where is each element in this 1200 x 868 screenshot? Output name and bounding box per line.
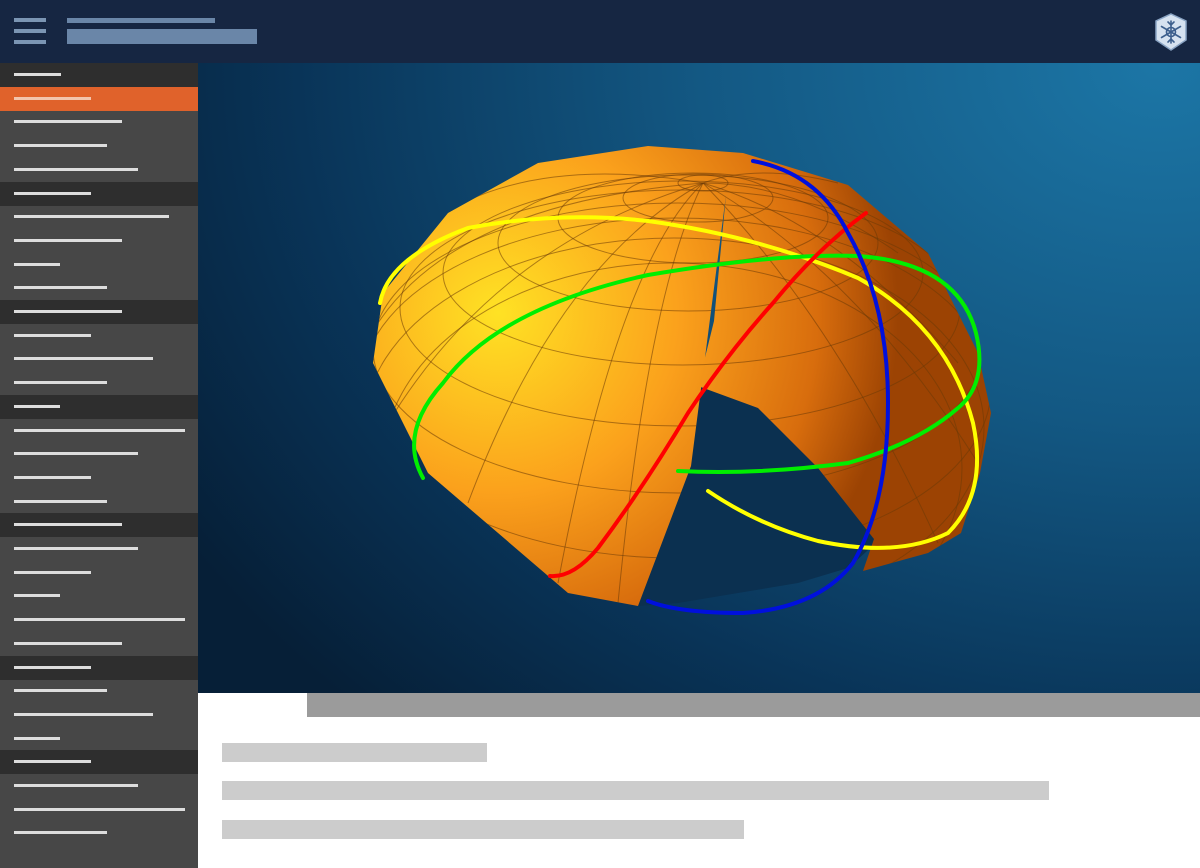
sidebar-item[interactable] bbox=[0, 110, 198, 134]
sidebar-item-label-placeholder bbox=[14, 475, 91, 479]
sidebar-item[interactable] bbox=[0, 205, 198, 229]
sidebar-item[interactable] bbox=[0, 608, 198, 632]
3d-viewport[interactable] bbox=[198, 63, 1200, 693]
sidebar-section-header[interactable] bbox=[0, 655, 198, 680]
sidebar-item-label-placeholder bbox=[14, 784, 138, 787]
hamburger-menu-icon[interactable] bbox=[14, 17, 46, 45]
text-placeholder-line bbox=[222, 781, 1049, 800]
sidebar-item-label-placeholder bbox=[14, 547, 138, 550]
sidebar-item[interactable] bbox=[0, 419, 198, 443]
sidebar-item-label-placeholder bbox=[14, 712, 153, 716]
sidebar-section-header[interactable] bbox=[0, 300, 198, 324]
sidebar-item-label-placeholder bbox=[14, 404, 60, 408]
sidebar-item-label-placeholder bbox=[14, 191, 91, 195]
menu-line bbox=[14, 29, 46, 33]
sidebar-item[interactable] bbox=[0, 584, 198, 608]
sidebar-item-label-placeholder bbox=[14, 499, 107, 503]
sidebar-item-label-placeholder bbox=[14, 452, 138, 456]
sidebar-item[interactable] bbox=[0, 798, 198, 822]
content-panel bbox=[198, 693, 1200, 868]
sidebar-item-label-placeholder bbox=[14, 523, 122, 527]
sidebar-item[interactable] bbox=[0, 134, 198, 158]
sidebar-item-label-placeholder bbox=[14, 144, 107, 148]
sidebar-item[interactable] bbox=[0, 821, 198, 845]
sidebar-item[interactable] bbox=[0, 324, 198, 348]
content-header-bar bbox=[307, 693, 1200, 717]
sidebar-item[interactable] bbox=[0, 632, 198, 656]
sidebar-item[interactable] bbox=[0, 276, 198, 300]
sidebar-item-label-placeholder bbox=[14, 807, 185, 811]
sidebar-section-header[interactable] bbox=[0, 181, 198, 206]
sidebar-item[interactable] bbox=[0, 774, 198, 798]
page-title-placeholder bbox=[67, 29, 257, 44]
sidebar-item-label-placeholder bbox=[14, 689, 107, 693]
sidebar-item-label-placeholder bbox=[14, 96, 91, 100]
sidebar-item-label-placeholder bbox=[14, 333, 91, 337]
snowflake-logo-icon[interactable] bbox=[1154, 13, 1188, 51]
sidebar-item-label-placeholder bbox=[14, 594, 60, 598]
sidebar-item-label-placeholder bbox=[14, 167, 138, 171]
app-header bbox=[0, 0, 1200, 63]
sidebar-item-label-placeholder bbox=[14, 215, 169, 219]
page-subtitle-placeholder bbox=[67, 18, 215, 23]
sidebar-item-label-placeholder bbox=[14, 641, 122, 645]
sidebar-item-label-placeholder bbox=[14, 665, 91, 669]
sidebar-section-header[interactable] bbox=[0, 513, 198, 538]
menu-line bbox=[14, 40, 46, 44]
sidebar-item[interactable] bbox=[0, 86, 198, 111]
sidebar-item[interactable] bbox=[0, 347, 198, 371]
sidebar-item[interactable] bbox=[0, 561, 198, 585]
sidebar-item[interactable] bbox=[0, 727, 198, 751]
sidebar-item-label-placeholder bbox=[14, 570, 91, 574]
text-placeholder-line bbox=[222, 743, 487, 762]
sidebar-item[interactable] bbox=[0, 703, 198, 727]
sidebar-item[interactable] bbox=[0, 158, 198, 182]
sidebar-item[interactable] bbox=[0, 537, 198, 561]
sidebar-item-label-placeholder bbox=[14, 618, 185, 622]
sidebar-item[interactable] bbox=[0, 679, 198, 703]
sidebar-item-label-placeholder bbox=[14, 760, 91, 764]
spherical-surface-plot[interactable] bbox=[198, 63, 1200, 693]
sidebar-item-label-placeholder bbox=[14, 73, 61, 76]
sidebar-item[interactable] bbox=[0, 253, 198, 277]
text-placeholder-line bbox=[222, 820, 744, 839]
sidebar-item-label-placeholder bbox=[14, 120, 122, 124]
sidebar-nav bbox=[0, 63, 198, 868]
sidebar-section-header[interactable] bbox=[0, 394, 198, 419]
sidebar-item[interactable] bbox=[0, 442, 198, 466]
sidebar-item[interactable] bbox=[0, 371, 198, 395]
sidebar-item[interactable] bbox=[0, 466, 198, 490]
sidebar-section-header[interactable] bbox=[0, 750, 198, 775]
sidebar-item[interactable] bbox=[0, 229, 198, 253]
sidebar-item-label-placeholder bbox=[14, 357, 153, 361]
sidebar-item[interactable] bbox=[0, 490, 198, 514]
sidebar-item-label-placeholder bbox=[14, 238, 122, 242]
sidebar-item-label-placeholder bbox=[14, 428, 185, 432]
sidebar-item-label-placeholder bbox=[14, 262, 60, 266]
menu-line bbox=[14, 18, 46, 22]
sidebar-section-header[interactable] bbox=[0, 63, 198, 87]
sidebar-item-label-placeholder bbox=[14, 286, 107, 290]
sidebar-item-label-placeholder bbox=[14, 310, 122, 313]
sidebar-item-label-placeholder bbox=[14, 736, 60, 740]
sidebar-item-label-placeholder bbox=[14, 381, 107, 385]
sidebar-item-label-placeholder bbox=[14, 831, 107, 835]
